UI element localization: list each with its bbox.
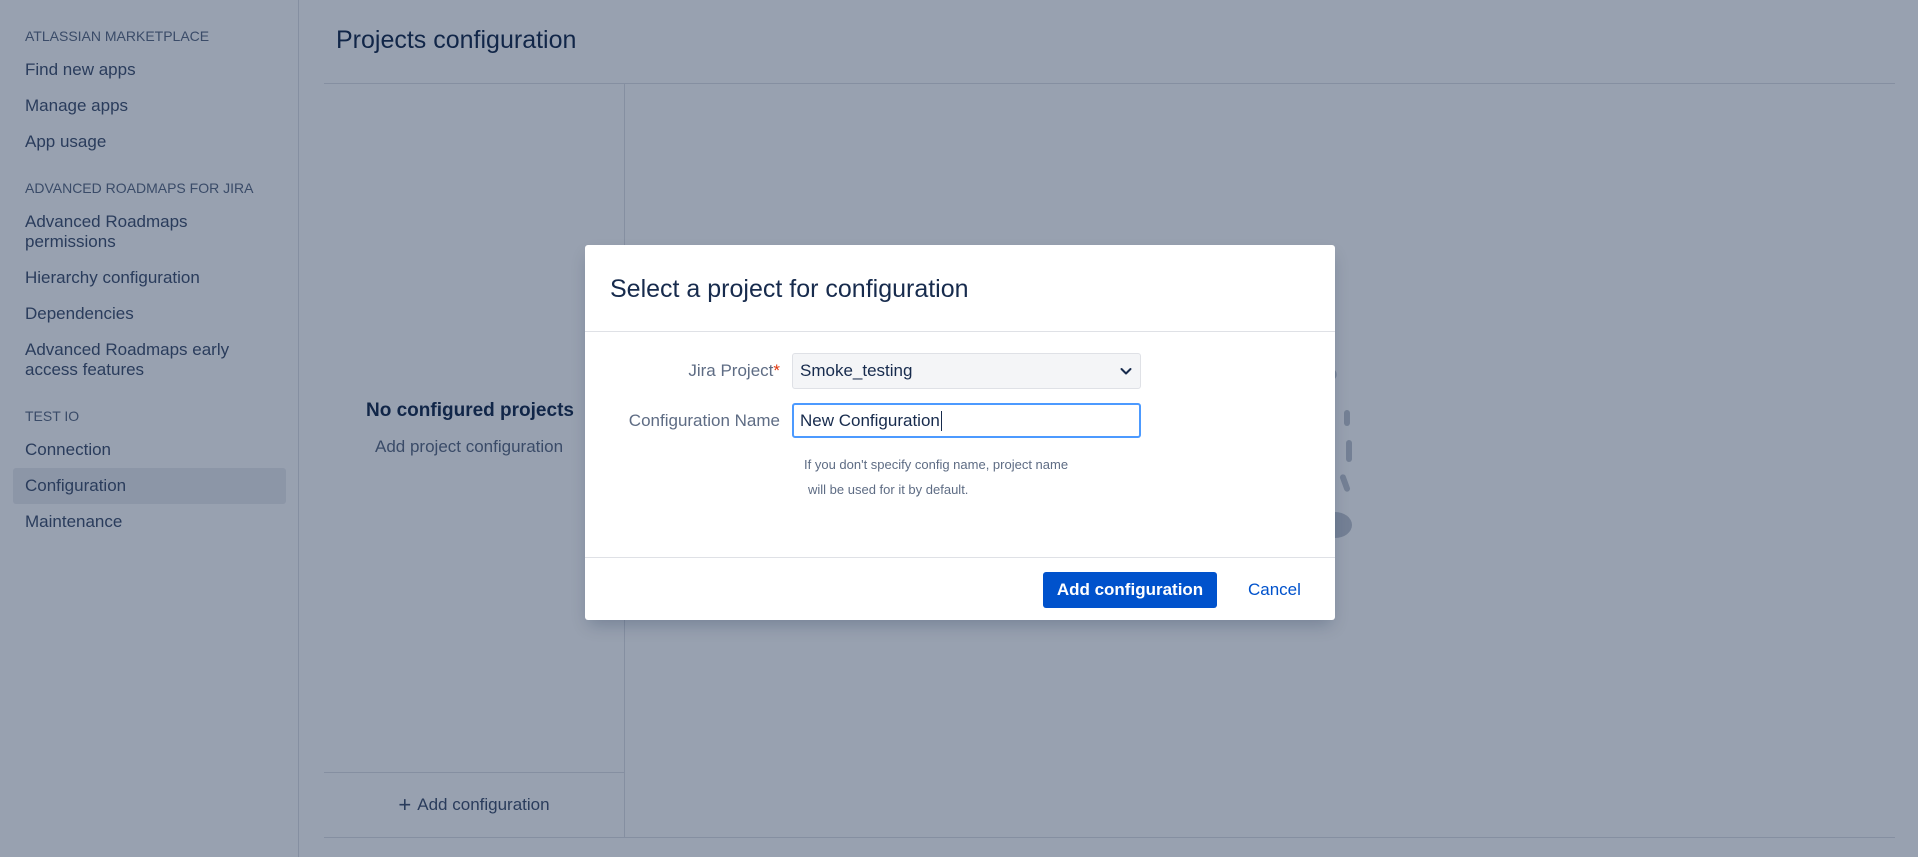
jira-project-selected-value: Smoke_testing	[800, 361, 913, 380]
jira-project-row: Jira Project* Smoke_testing	[585, 353, 1141, 389]
help-line-2: will be used for it by default.	[808, 482, 969, 497]
config-name-input[interactable]: New Configuration	[792, 403, 1141, 438]
select-project-dialog: Select a project for configuration Jira …	[585, 245, 1335, 620]
config-name-row: Configuration Name New Configuration	[585, 403, 1141, 438]
help-line-1: If you don't specify config name, projec…	[804, 457, 1069, 472]
chevron-down-icon	[1120, 368, 1132, 375]
jira-project-label-text: Jira Project	[688, 361, 774, 380]
config-name-help-text: If you don't specify config name, projec…	[804, 452, 1104, 502]
required-mark: *	[773, 361, 780, 380]
jira-project-select[interactable]: Smoke_testing	[792, 353, 1141, 389]
jira-project-label: Jira Project*	[585, 361, 792, 381]
dialog-title: Select a project for configuration	[610, 275, 969, 303]
text-caret	[940, 410, 942, 431]
dialog-header: Select a project for configuration	[585, 245, 1335, 332]
config-name-value: New Configuration	[800, 410, 940, 430]
add-configuration-submit-button[interactable]: Add configuration	[1043, 572, 1217, 608]
cancel-button[interactable]: Cancel	[1244, 572, 1305, 608]
config-name-label: Configuration Name	[628, 410, 780, 430]
dialog-footer: Add configuration Cancel	[585, 558, 1335, 620]
dialog-body: Jira Project* Smoke_testing Configuratio…	[585, 332, 1335, 558]
